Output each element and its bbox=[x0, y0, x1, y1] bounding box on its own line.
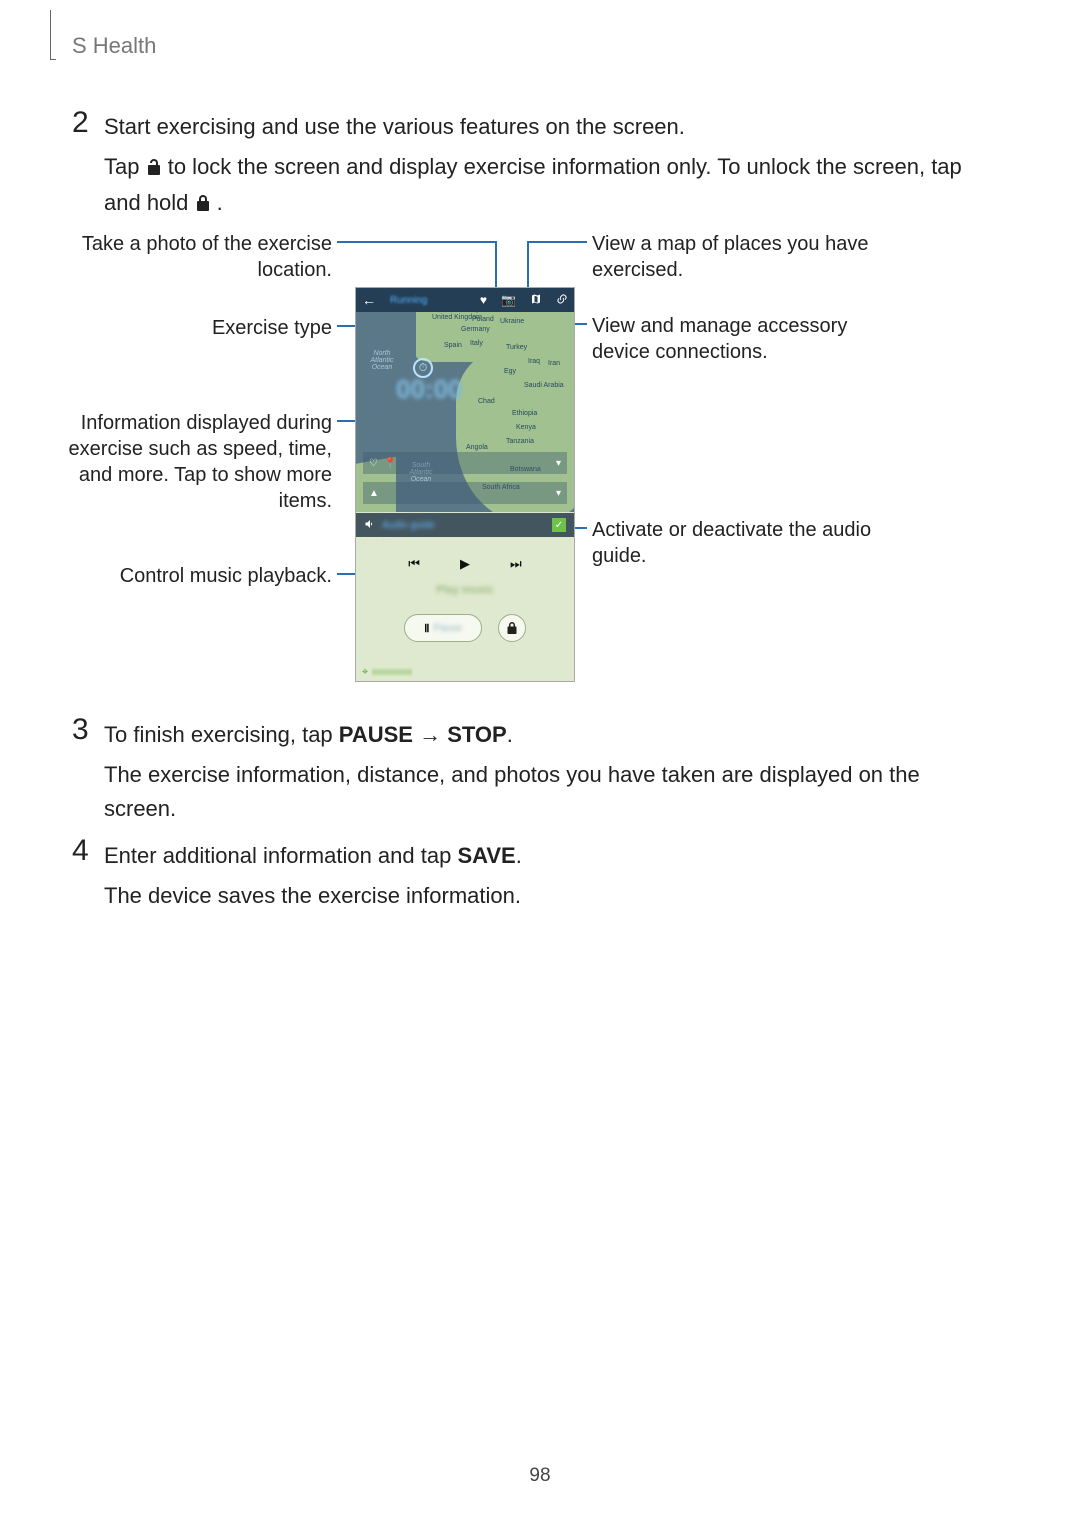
step-3-line1: To finish exercising, tap PAUSE → STOP. bbox=[104, 718, 513, 752]
map-attribution: Google bbox=[360, 537, 386, 546]
speaker-icon bbox=[364, 518, 376, 533]
step-2-l2b: to lock the screen and display exercise … bbox=[104, 154, 962, 215]
map-label: Ethiopia bbox=[512, 410, 537, 417]
location-icon: ⌖ bbox=[362, 666, 368, 679]
lock-closed-icon bbox=[195, 188, 211, 222]
map-label: Iraq bbox=[528, 358, 540, 365]
map-label: Poland bbox=[472, 316, 494, 323]
heart-icon: ♡ bbox=[369, 458, 378, 469]
header-rule bbox=[50, 10, 56, 60]
map-label: Italy bbox=[470, 340, 483, 347]
link-icon[interactable] bbox=[556, 293, 568, 308]
step-4-line2: The device saves the exercise informatio… bbox=[104, 879, 521, 913]
step-2-line2: Tap to lock the screen and display exerc… bbox=[104, 150, 984, 222]
map-label: Spain bbox=[444, 342, 462, 349]
location-text bbox=[372, 669, 412, 675]
step-3-line2: The exercise information, distance, and … bbox=[104, 758, 964, 826]
chevron-down-icon: ▾ bbox=[556, 458, 561, 469]
map-label: Norway bbox=[456, 312, 480, 313]
stat-row-elev[interactable]: ▲ ▾ bbox=[363, 482, 567, 504]
chevron-down-icon: ▾ bbox=[556, 488, 561, 499]
screenshot-phone: ← Running ♥ 📷 North Atlantic Ocean South bbox=[355, 287, 575, 682]
step-number-2: 2 bbox=[72, 106, 89, 140]
map-label: Ukraine bbox=[500, 318, 524, 325]
callout-exercise-type: Exercise type bbox=[72, 315, 332, 341]
timer-display: 00:00 bbox=[396, 374, 463, 405]
exercise-screen-figure: Take a photo of the exercise location. E… bbox=[72, 225, 972, 695]
music-controls: ⏮ ▶ ⏭ bbox=[356, 550, 574, 578]
connector bbox=[337, 241, 497, 243]
callout-info: Information displayed during exercise su… bbox=[62, 410, 332, 514]
step-number-3: 3 bbox=[72, 713, 89, 747]
map-label: Chad bbox=[478, 398, 495, 405]
section-title: S Health bbox=[72, 33, 156, 59]
pin-icon: 📍 bbox=[384, 458, 396, 469]
audio-guide-row[interactable]: Audio guide ✓ bbox=[356, 513, 574, 537]
location-row[interactable]: ⌖ bbox=[356, 663, 574, 681]
callout-map: View a map of places you have exercised. bbox=[592, 231, 872, 283]
map-area[interactable]: North Atlantic Ocean South Atlantic Ocea… bbox=[356, 312, 574, 512]
callout-photo: Take a photo of the exercise location. bbox=[72, 231, 332, 283]
back-icon[interactable]: ← bbox=[362, 292, 376, 308]
mountain-icon: ▲ bbox=[369, 488, 379, 499]
connector bbox=[527, 241, 587, 243]
app-topbar: ← Running ♥ 📷 bbox=[356, 288, 574, 312]
prev-track-icon[interactable]: ⏮ bbox=[408, 556, 420, 572]
play-music-label: Play music bbox=[356, 584, 574, 596]
lock-open-icon bbox=[146, 152, 162, 186]
step-2-l2a: Tap bbox=[104, 154, 146, 179]
pause-icon: Ⅱ bbox=[424, 622, 429, 635]
map-label: Kenya bbox=[516, 424, 536, 431]
map-label: Egy bbox=[504, 368, 516, 375]
stat-row-heart[interactable]: ♡ 📍 ▾ bbox=[363, 452, 567, 474]
callout-music: Control music playback. bbox=[72, 563, 332, 589]
step-2-l2c: . bbox=[217, 190, 223, 215]
map-label: Angola bbox=[466, 444, 488, 451]
audio-guide-label: Audio guide bbox=[382, 520, 546, 531]
pause-button[interactable]: Ⅱ Pause bbox=[404, 614, 482, 642]
map-label: Saudi Arabia bbox=[524, 382, 564, 389]
lock-hold-button[interactable] bbox=[498, 614, 526, 642]
map-icon[interactable] bbox=[530, 293, 542, 308]
activity-label: Running bbox=[390, 295, 466, 306]
map-label: Germany bbox=[461, 326, 490, 333]
map-label: Turkey bbox=[506, 344, 527, 351]
map-label: North Atlantic Ocean bbox=[362, 350, 402, 371]
step-number-4: 4 bbox=[72, 834, 89, 868]
pause-label: Pause bbox=[434, 623, 462, 634]
step-4-line1: Enter additional information and tap SAV… bbox=[104, 839, 522, 873]
callout-audio: Activate or deactivate the audio guide. bbox=[592, 517, 872, 569]
control-row: Ⅱ Pause bbox=[356, 614, 574, 642]
page-number: 98 bbox=[0, 1465, 1080, 1487]
map-label: Tanzania bbox=[506, 438, 534, 445]
heart-icon[interactable]: ♥ bbox=[480, 293, 487, 307]
play-icon[interactable]: ▶ bbox=[460, 556, 470, 572]
step-2-line1: Start exercising and use the various fea… bbox=[104, 110, 685, 144]
callout-accessory: View and manage accessory device connect… bbox=[592, 313, 872, 365]
next-track-icon[interactable]: ⏭ bbox=[510, 556, 522, 572]
audio-check-icon[interactable]: ✓ bbox=[552, 518, 566, 532]
map-label: Iran bbox=[548, 360, 560, 367]
camera-icon[interactable]: 📷 bbox=[501, 293, 516, 307]
